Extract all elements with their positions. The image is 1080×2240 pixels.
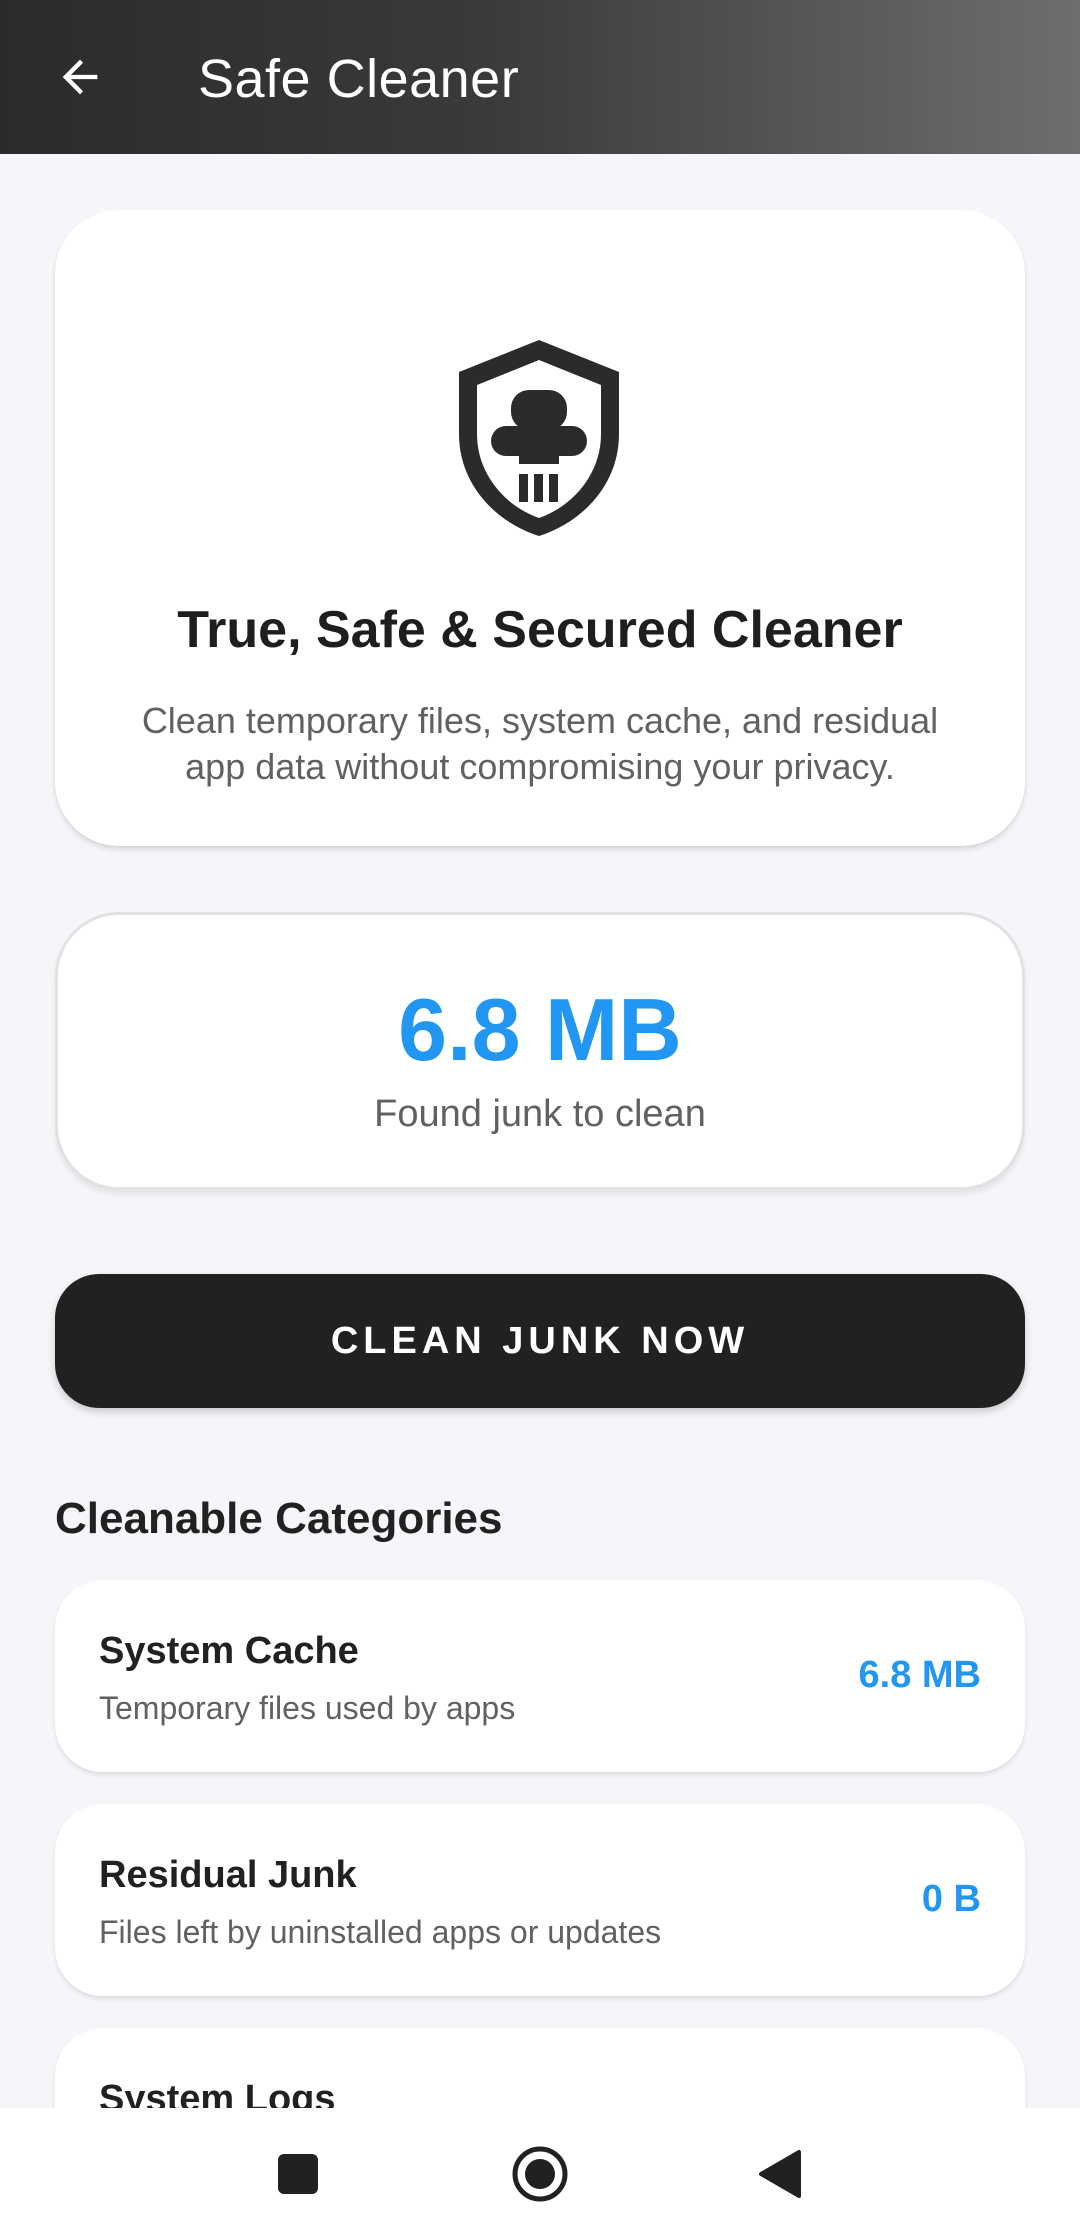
- recents-button[interactable]: [258, 2134, 338, 2214]
- arrow-left-icon: [62, 59, 98, 95]
- hero-card: True, Safe & Secured Cleaner Clean tempo…: [55, 210, 1025, 846]
- categories-title: Cleanable Categories: [55, 1494, 503, 1543]
- category-item-system-logs[interactable]: System Logs: [55, 2028, 1025, 2108]
- category-size: 6.8 MB: [858, 1654, 981, 1696]
- home-button[interactable]: [500, 2134, 580, 2214]
- junk-label: Found junk to clean: [374, 1093, 706, 1135]
- category-name: System Logs: [99, 2078, 336, 2108]
- category-name: Residual Junk: [99, 1854, 357, 1896]
- category-item-system-cache[interactable]: System Cache Temporary files used by app…: [55, 1580, 1025, 1772]
- junk-summary-card: 6.8 MB Found junk to clean: [55, 912, 1025, 1190]
- category-description: Files left by uninstalled apps or update…: [99, 1914, 662, 1950]
- app-bar: Safe Cleaner: [0, 0, 1080, 154]
- shield-cleaner-icon: [459, 340, 619, 536]
- category-name: System Cache: [99, 1630, 359, 1672]
- system-nav-bar: [0, 2108, 1080, 2240]
- back-button[interactable]: [40, 37, 120, 117]
- system-back-button[interactable]: [740, 2134, 820, 2214]
- clean-junk-button[interactable]: CLEAN JUNK NOW: [55, 1274, 1025, 1408]
- main-content[interactable]: True, Safe & Secured Cleaner Clean tempo…: [0, 154, 1080, 2108]
- app-title: Safe Cleaner: [198, 49, 520, 109]
- triangle-back-icon: [759, 2150, 801, 2198]
- circle-home-icon: [512, 2146, 568, 2202]
- hero-title: True, Safe & Secured Cleaner: [177, 601, 903, 659]
- square-recents-icon: [278, 2154, 318, 2194]
- hero-description: Clean temporary files, system cache, and…: [141, 700, 939, 787]
- category-size: 0 B: [921, 1878, 981, 1920]
- junk-size: 6.8 MB: [398, 980, 682, 1079]
- category-description: Temporary files used by apps: [99, 1690, 516, 1726]
- category-item-residual-junk[interactable]: Residual Junk Files left by uninstalled …: [55, 1804, 1025, 1996]
